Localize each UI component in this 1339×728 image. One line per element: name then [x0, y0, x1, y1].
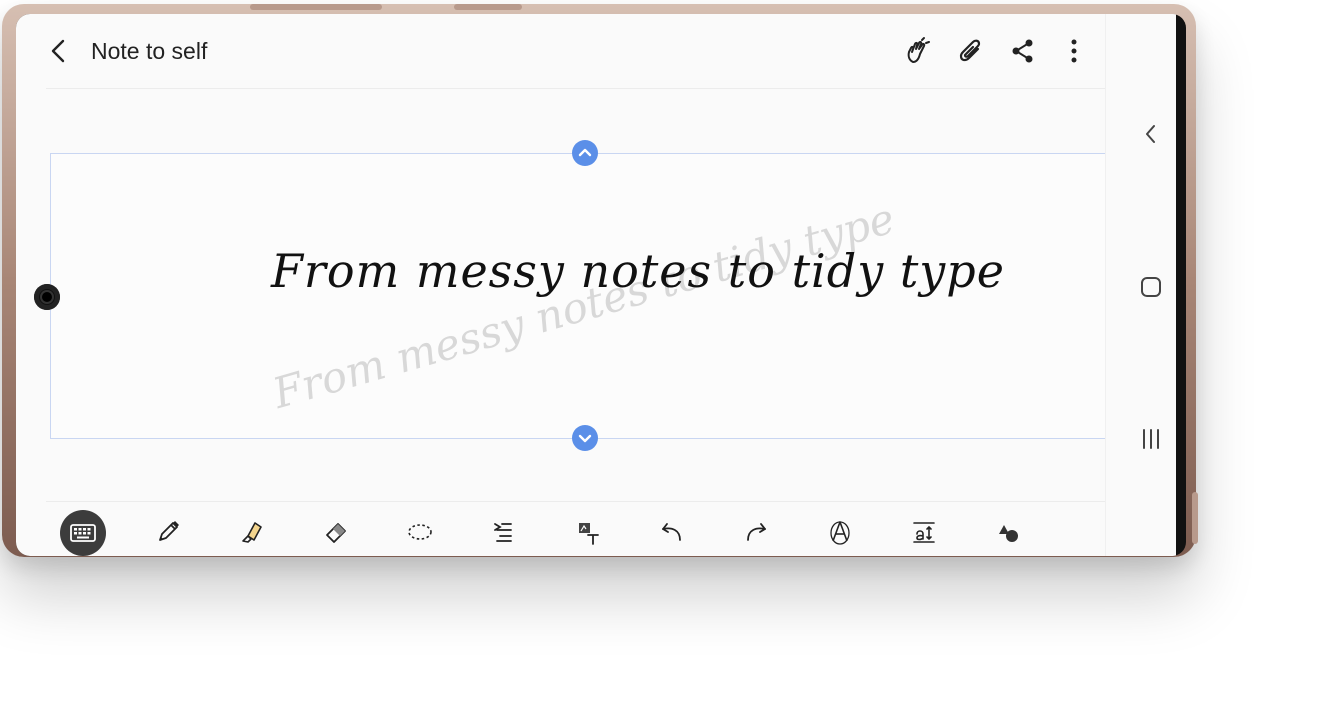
- nav-home-icon[interactable]: [1136, 272, 1166, 302]
- back-arrow-icon[interactable]: [46, 36, 72, 66]
- pen-icon[interactable]: [150, 514, 186, 550]
- screen: Note to self From messy notes to tidy ty…: [16, 14, 1186, 556]
- redo-icon[interactable]: [738, 514, 774, 550]
- volume-button: [250, 4, 382, 10]
- keyboard-icon[interactable]: [60, 510, 106, 556]
- nav-back-icon[interactable]: [1136, 119, 1166, 149]
- insert-text-icon[interactable]: [570, 514, 606, 550]
- touch-hand-icon[interactable]: [902, 36, 932, 66]
- eraser-icon[interactable]: [318, 514, 354, 550]
- text-style-icon[interactable]: [822, 514, 858, 550]
- attach-icon[interactable]: [956, 36, 986, 66]
- highlighter-icon[interactable]: [234, 514, 270, 550]
- page-title: Note to self: [91, 38, 208, 64]
- power-button: [454, 4, 522, 10]
- shapes-icon[interactable]: [990, 514, 1026, 550]
- text-align-icon[interactable]: [486, 514, 522, 550]
- handwriting-text: From messy notes to tidy type: [271, 244, 1005, 298]
- lasso-icon[interactable]: [402, 514, 438, 550]
- nav-recents-icon[interactable]: [1136, 424, 1166, 454]
- phone-frame: Note to self From messy notes to tidy ty…: [2, 4, 1198, 557]
- expand-down-handle[interactable]: [572, 425, 598, 451]
- notes-app: Note to self From messy notes to tidy ty…: [16, 14, 1176, 556]
- expand-up-handle[interactable]: [572, 140, 598, 166]
- share-icon[interactable]: [1008, 36, 1038, 66]
- front-camera: [34, 284, 60, 310]
- side-button: [1192, 492, 1198, 544]
- undo-icon[interactable]: [654, 514, 690, 550]
- more-icon[interactable]: [1059, 36, 1089, 66]
- text-size-icon[interactable]: [906, 514, 942, 550]
